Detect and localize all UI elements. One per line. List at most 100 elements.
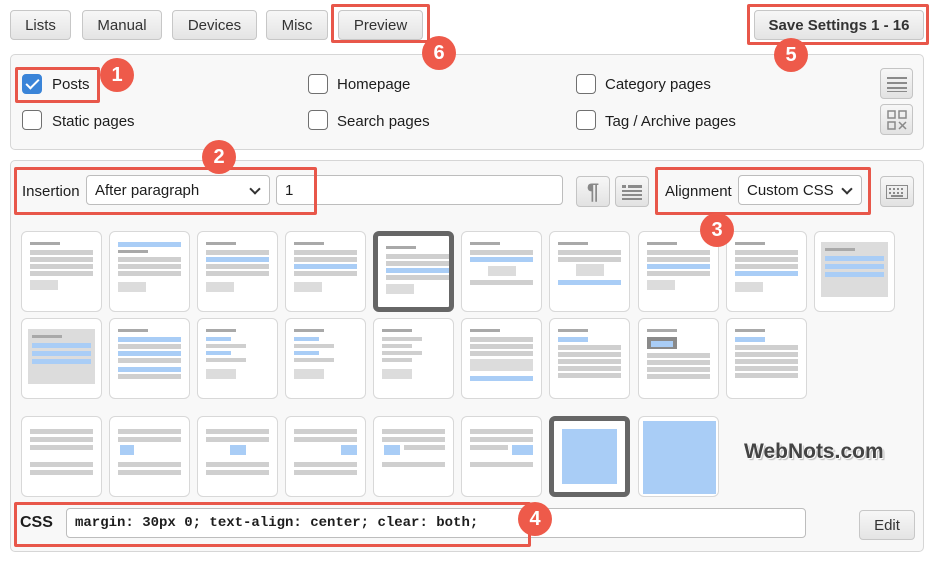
thumb-shape xyxy=(382,337,422,341)
thumb-shape xyxy=(735,250,798,255)
thumb-5[interactable] xyxy=(373,231,454,312)
thumb-shape xyxy=(558,257,621,262)
thumb-shape xyxy=(206,271,269,276)
thumb-shape xyxy=(735,242,765,245)
thumb-shape xyxy=(386,284,414,294)
thumb-shape xyxy=(825,272,884,277)
thumb-shape xyxy=(558,337,588,342)
thumb-22[interactable] xyxy=(197,416,278,497)
static-pages-label: Static pages xyxy=(52,113,135,130)
thumb-shape xyxy=(32,359,91,364)
tab-manual[interactable]: Manual xyxy=(82,10,162,40)
static-pages-checkbox[interactable] xyxy=(22,110,42,130)
tab-misc[interactable]: Misc xyxy=(266,10,328,40)
thumb-21[interactable] xyxy=(109,416,190,497)
keyboard-icon xyxy=(886,184,908,199)
thumb-shape xyxy=(294,437,357,442)
tab-preview[interactable]: Preview xyxy=(338,10,423,40)
thumb-25[interactable] xyxy=(461,416,542,497)
thumb-shape xyxy=(647,250,710,255)
thumb-shape xyxy=(32,335,62,338)
thumb-shape xyxy=(825,264,884,269)
thumb-shape xyxy=(470,337,533,342)
thumb-18[interactable] xyxy=(638,318,719,399)
thumb-shape xyxy=(562,429,617,484)
thumb-3[interactable] xyxy=(197,231,278,312)
thumb-11[interactable] xyxy=(21,318,102,399)
thumb-7[interactable] xyxy=(549,231,630,312)
thumb-shape xyxy=(470,250,533,255)
thumb-shape xyxy=(30,271,93,276)
thumb-10[interactable] xyxy=(814,231,895,312)
thumb-shape xyxy=(735,257,798,262)
thumb-shape xyxy=(206,358,246,362)
thumb-15[interactable] xyxy=(373,318,454,399)
chevron-down-icon xyxy=(249,183,261,195)
insertion-select[interactable]: After paragraph xyxy=(86,175,270,205)
thumb-shape xyxy=(206,351,231,355)
thumb-shape xyxy=(470,462,533,467)
css-value: margin: 30px 0; text-align: center; clea… xyxy=(75,515,479,531)
paragraph-number-input[interactable]: 1 xyxy=(276,175,563,205)
thumb-shape xyxy=(30,429,93,434)
thumb-shape xyxy=(118,429,181,434)
thumb-shape xyxy=(825,282,865,292)
thumb-19[interactable] xyxy=(726,318,807,399)
thumb-4[interactable] xyxy=(285,231,366,312)
keyboard-button[interactable] xyxy=(880,176,914,207)
thumb-1[interactable] xyxy=(21,231,102,312)
css-input[interactable]: margin: 30px 0; text-align: center; clea… xyxy=(66,508,806,538)
thumb-shape xyxy=(118,344,181,349)
step-badge-3: 3 xyxy=(700,213,734,247)
save-settings-button[interactable]: Save Settings 1 - 16 xyxy=(754,10,924,40)
thumb-9[interactable] xyxy=(726,231,807,312)
thumb-shape xyxy=(735,337,765,342)
thumb-shape xyxy=(735,359,798,364)
thumb-shape xyxy=(294,264,357,269)
thumb-shape xyxy=(558,345,621,350)
thumb-shape xyxy=(341,445,357,455)
paragraph-button[interactable]: ¶ xyxy=(576,176,610,207)
thumb-2[interactable] xyxy=(109,231,190,312)
thumb-shape xyxy=(294,369,324,379)
thumb-12[interactable] xyxy=(109,318,190,399)
tab-devices[interactable]: Devices xyxy=(172,10,257,40)
thumb-24[interactable] xyxy=(373,416,454,497)
thumb-shape xyxy=(294,250,357,255)
thumb-20[interactable] xyxy=(21,416,102,497)
tag-archive-pages-checkbox[interactable] xyxy=(576,110,596,130)
thumb-13[interactable] xyxy=(197,318,278,399)
thumb-6[interactable] xyxy=(461,231,542,312)
thumb-shape xyxy=(382,358,412,362)
thumb-shape xyxy=(386,254,449,259)
thumb-shape xyxy=(735,373,798,378)
thumb-shape xyxy=(206,437,269,442)
thumb-17[interactable] xyxy=(549,318,630,399)
thumb-shape xyxy=(30,250,93,255)
category-pages-checkbox[interactable] xyxy=(576,74,596,94)
insertion-label: Insertion xyxy=(22,183,80,200)
edit-button[interactable]: Edit xyxy=(859,510,915,540)
search-pages-checkbox[interactable] xyxy=(308,110,328,130)
posts-checkbox[interactable] xyxy=(22,74,42,94)
thumb-shape xyxy=(470,376,533,381)
thumb-14[interactable] xyxy=(285,318,366,399)
thumb-shape xyxy=(206,282,234,292)
category-pages-label: Category pages xyxy=(605,76,711,93)
thumb-shape xyxy=(735,282,763,292)
thumb-23[interactable] xyxy=(285,416,366,497)
tab-lists[interactable]: Lists xyxy=(10,10,71,40)
thumb-shape xyxy=(206,337,231,341)
thumb-27[interactable] xyxy=(638,416,719,497)
thumb-26[interactable] xyxy=(549,416,630,497)
thumb-shape xyxy=(32,351,91,356)
list-lines-button[interactable] xyxy=(880,68,913,99)
thumb-shape xyxy=(488,266,516,276)
thumb-shape xyxy=(647,374,710,379)
homepage-checkbox[interactable] xyxy=(308,74,328,94)
list-view-button[interactable] xyxy=(615,176,649,207)
alignment-select[interactable]: Custom CSS xyxy=(738,175,862,205)
thumb-16[interactable] xyxy=(461,318,542,399)
grid-toggle-button[interactable] xyxy=(880,104,913,135)
thumb-shape xyxy=(294,351,319,355)
